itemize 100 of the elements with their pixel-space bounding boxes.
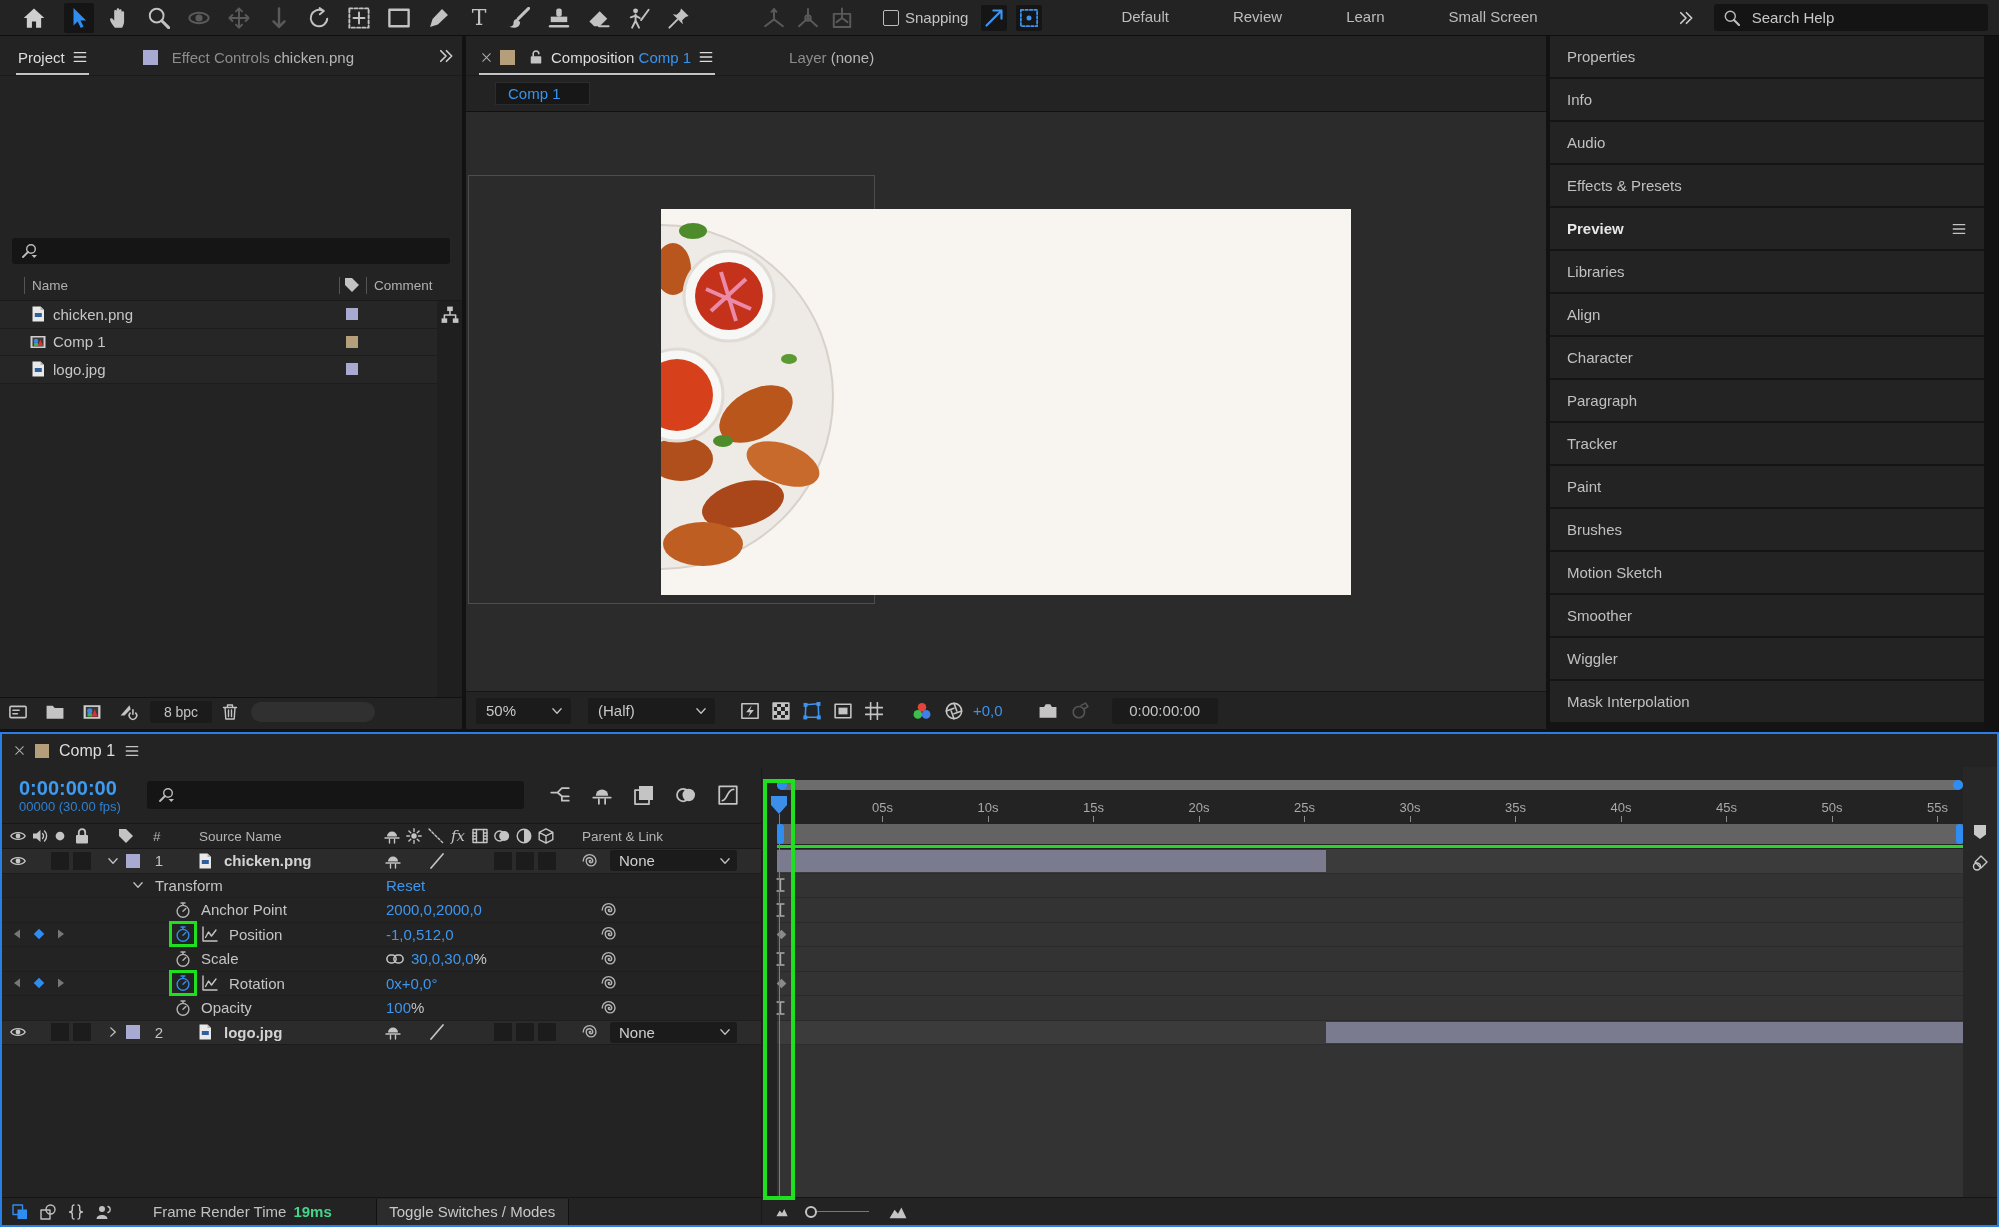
curve-graph-icon[interactable] <box>718 785 738 805</box>
panel-item[interactable]: Tracker <box>1550 423 1984 466</box>
bit-depth-button[interactable]: 8 bpc <box>150 700 212 723</box>
toggle-switches-button[interactable]: Toggle Switches / Modes <box>375 1198 569 1225</box>
parent-dropdown[interactable]: None <box>610 850 737 872</box>
close-icon[interactable] <box>481 51 492 63</box>
resolution-dropdown[interactable]: (Half) <box>588 697 715 724</box>
current-time[interactable]: 0:00:00:00 <box>19 776 147 799</box>
group-name[interactable]: Transform <box>155 876 223 894</box>
grid-icon[interactable] <box>865 701 883 720</box>
label-swatch[interactable] <box>346 308 358 321</box>
menu-icon[interactable] <box>125 743 140 758</box>
braces-icon[interactable] <box>68 1203 84 1220</box>
marker-icon[interactable] <box>1972 824 1988 840</box>
overlapping-circles-icon[interactable] <box>676 785 696 805</box>
slash-icon[interactable] <box>429 1024 445 1041</box>
playhead-line[interactable] <box>778 814 780 1197</box>
panel-item[interactable]: Paragraph <box>1550 380 1984 423</box>
panel-tab[interactable]: Comp 1 <box>59 741 116 760</box>
branch-icon[interactable] <box>550 785 570 805</box>
spiral-icon[interactable] <box>582 1024 598 1041</box>
spiral-icon[interactable] <box>601 975 617 992</box>
workspace-tab[interactable]: Small Screen <box>1448 0 1538 36</box>
shape-path-icon[interactable] <box>803 701 821 720</box>
stacked-squares-icon[interactable] <box>12 1203 28 1220</box>
spiral-icon[interactable] <box>601 999 617 1016</box>
menu-icon[interactable] <box>1952 221 1966 236</box>
checkerboard-icon[interactable] <box>772 701 790 720</box>
dotted-square-icon[interactable] <box>1016 4 1043 31</box>
exposure-value[interactable]: +0,0 <box>973 702 1003 719</box>
property-value[interactable]: 2000,0,2000,0 <box>386 901 482 919</box>
panel-tab[interactable]: Composition Comp 1 <box>479 41 716 75</box>
panel-item[interactable]: Info <box>1550 79 1984 122</box>
search-field[interactable] <box>147 781 524 809</box>
slash-icon[interactable] <box>429 852 445 869</box>
menu-icon[interactable] <box>699 50 714 64</box>
panel-item[interactable]: Libraries <box>1550 251 1984 294</box>
snapping-label[interactable]: Snapping <box>905 9 969 26</box>
navigator-handle[interactable] <box>777 780 787 790</box>
keyframe-diamond-icon[interactable] <box>33 977 45 990</box>
panel-item[interactable]: Paint <box>1550 466 1984 509</box>
menu-icon[interactable] <box>72 50 87 64</box>
line-graph-icon[interactable] <box>202 975 218 992</box>
work-area-handle[interactable] <box>1956 824 1963 844</box>
navigator-handle[interactable] <box>1953 780 1963 790</box>
property-value[interactable]: -1,0,512,0 <box>386 925 454 943</box>
snapping-checkbox[interactable] <box>883 9 899 26</box>
panel-item[interactable]: Character <box>1550 337 1984 380</box>
flowchart-icon[interactable] <box>440 306 459 324</box>
workspace-tab[interactable]: Learn <box>1346 0 1385 36</box>
label-swatch[interactable] <box>346 363 358 376</box>
slider-thumb[interactable] <box>805 1205 817 1218</box>
layer-name[interactable]: chicken.png <box>224 852 312 870</box>
parent-dropdown[interactable]: None <box>610 1021 737 1043</box>
panel-item[interactable]: Motion Sketch <box>1550 552 1984 595</box>
aperture-icon[interactable] <box>945 701 963 720</box>
workspace-tab[interactable]: Review <box>1232 0 1283 36</box>
spiral-icon[interactable] <box>582 852 598 869</box>
lightning-frame-icon[interactable] <box>741 701 759 720</box>
reset-link[interactable]: Reset <box>386 876 426 894</box>
close-icon[interactable] <box>14 745 25 756</box>
trash-icon[interactable] <box>222 703 238 720</box>
stopwatch-icon[interactable] <box>175 926 191 943</box>
playhead-handle[interactable] <box>770 795 788 815</box>
framed-rectangle-icon[interactable] <box>834 701 852 720</box>
spiral-icon[interactable] <box>601 901 617 918</box>
timecode-field[interactable]: 0:00:00:00 <box>1111 697 1218 724</box>
feather-power-icon[interactable] <box>119 702 139 721</box>
property-value[interactable]: 30,0,30,0 <box>411 950 474 968</box>
stopwatch-icon[interactable] <box>175 975 191 992</box>
panel-item[interactable]: Wiggler <box>1550 638 1984 681</box>
label-swatch[interactable] <box>126 853 140 868</box>
panel-item[interactable]: Smoother <box>1550 595 1984 638</box>
magnification-dropdown[interactable]: 50% <box>476 697 571 724</box>
label-swatch[interactable] <box>346 335 358 348</box>
spiral-icon[interactable] <box>601 926 617 943</box>
panel-item[interactable]: Properties <box>1550 36 1984 79</box>
zoom-slider[interactable] <box>805 1205 869 1218</box>
line-graph-icon[interactable] <box>202 926 218 943</box>
film-stack-icon[interactable] <box>634 785 654 805</box>
layer-duration-bar[interactable] <box>1326 1021 1963 1043</box>
stopwatch-icon[interactable] <box>175 901 191 918</box>
breadcrumb-tab[interactable]: Comp 1 <box>495 82 590 105</box>
stopwatch-icon[interactable] <box>175 999 191 1016</box>
label-swatch[interactable] <box>126 1025 140 1040</box>
panel-item[interactable]: Audio <box>1550 122 1984 165</box>
type-tool[interactable]: T <box>464 2 494 33</box>
panel-tab[interactable]: Effect Controls chicken.png <box>140 41 357 75</box>
stopwatch-icon[interactable] <box>175 950 191 967</box>
person-icon[interactable] <box>96 1203 112 1220</box>
panel-tab[interactable]: Project <box>16 41 89 75</box>
caret-icon[interactable] <box>107 1026 119 1039</box>
color-circles-icon[interactable] <box>913 701 931 720</box>
panel-item[interactable]: Preview <box>1550 208 1984 251</box>
search-field[interactable]: Search Help <box>1713 4 1988 31</box>
panel-item[interactable]: Mask Interpolation <box>1550 681 1984 724</box>
search-field[interactable] <box>12 238 450 264</box>
property-value[interactable]: 100 <box>386 999 412 1017</box>
composition-icon[interactable] <box>82 702 102 721</box>
spiral-icon[interactable] <box>601 950 617 967</box>
